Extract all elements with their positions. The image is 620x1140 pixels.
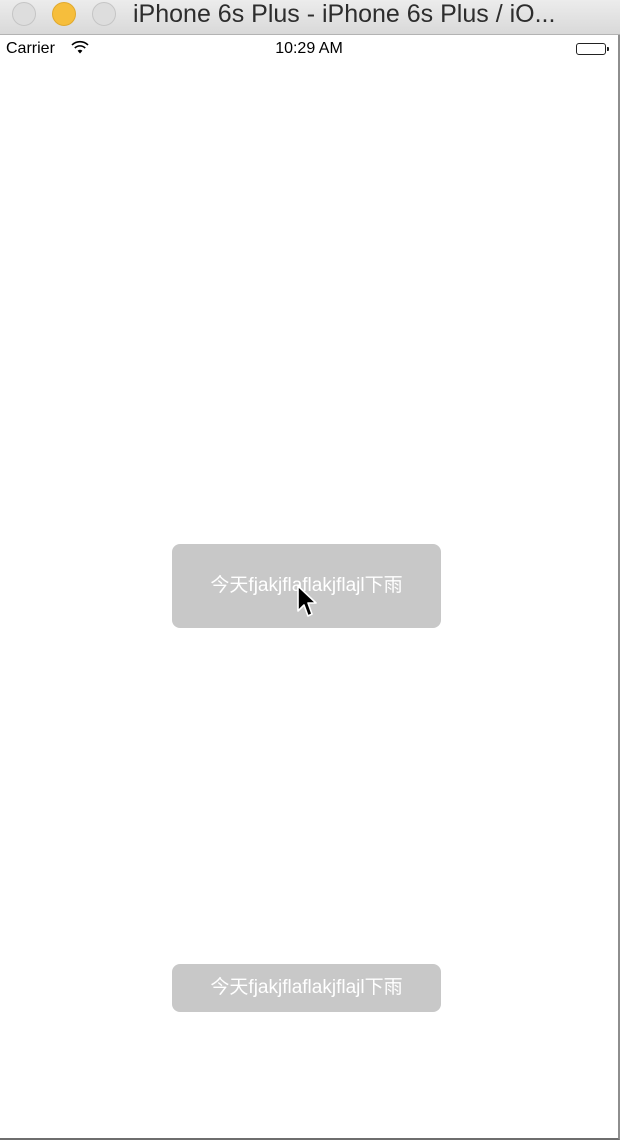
ios-status-bar: Carrier 10:29 AM — [0, 35, 618, 63]
status-time: 10:29 AM — [275, 40, 343, 57]
arrow-cursor-icon — [297, 585, 317, 617]
toast-message: 今天fjakjflaflakjflajl下雨 — [172, 964, 441, 1012]
minimize-window-button[interactable] — [52, 2, 76, 26]
battery-icon — [576, 43, 609, 55]
simulator-window: iPhone 6s Plus - iPhone 6s Plus / iO... … — [0, 0, 620, 1140]
title-bar[interactable]: iPhone 6s Plus - iPhone 6s Plus / iO... — [0, 0, 620, 35]
window-title: iPhone 6s Plus - iPhone 6s Plus / iO... — [133, 0, 556, 28]
zoom-window-button[interactable] — [92, 2, 116, 26]
close-window-button[interactable] — [12, 2, 36, 26]
